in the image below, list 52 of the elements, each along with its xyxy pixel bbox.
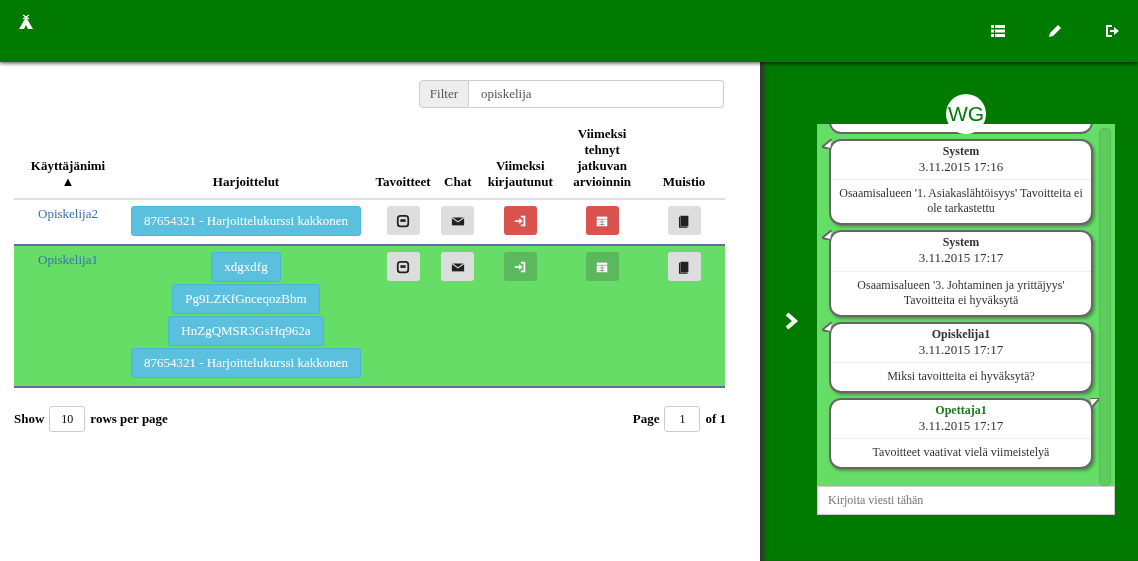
sign-in-icon (513, 259, 528, 274)
message-input[interactable]: Kirjoita viesti tähän (817, 486, 1115, 515)
sort-arrow[interactable]: ▲ (61, 174, 75, 190)
pencil-icon[interactable] (1047, 23, 1063, 39)
message-time: 3.11.2015 17:17 (831, 250, 1091, 272)
list-icon[interactable] (990, 23, 1006, 39)
page-count: of 1 (705, 411, 726, 427)
message-time: 3.11.2015 17:17 (831, 417, 1091, 439)
chat-button[interactable] (441, 252, 475, 281)
square-icon (396, 213, 411, 228)
message-author: Opiskelija1 (931, 325, 991, 342)
filter-field[interactable]: opiskelija (469, 80, 724, 108)
notebook-button[interactable] (667, 252, 701, 281)
username-link[interactable]: Opiskelija2 (38, 206, 98, 222)
message-time: 3.11.2015 17:17 (831, 341, 1091, 363)
message-author: Opettaja1 (935, 401, 987, 418)
message-text: Tavoitteet vaativat vielä viimeistelyä (871, 444, 1051, 461)
message-text: Osaamisalueen '3. Johtaminen ja yrittäjyys' Tavoitteita ei hyväksytä (856, 276, 1066, 309)
chat-button[interactable] (441, 206, 475, 235)
sign-in-icon (513, 213, 528, 228)
column-header[interactable]: Käyttäjänimi (30, 158, 106, 174)
assessment-button[interactable] (585, 206, 619, 235)
square-icon (396, 259, 411, 274)
column-header: Viimeksi tehnyt jatkuvan arvioinnin (572, 126, 632, 190)
page-label: Page (632, 411, 660, 427)
message-author: System (942, 143, 980, 159)
chevron-right-icon[interactable] (784, 312, 800, 330)
scrollbar[interactable] (1099, 128, 1111, 486)
column-header: Muistio (661, 174, 707, 190)
notebook-button[interactable] (667, 206, 701, 235)
last-login-button[interactable] (503, 206, 537, 235)
goals-button[interactable] (386, 252, 420, 281)
column-header: Harjoittelut (212, 174, 280, 190)
sign-out-icon[interactable] (1104, 23, 1120, 39)
table-row[interactable]: Opiskelija2 87654321 - Harjoittelukurssi kakkonen (14, 199, 725, 245)
avatar: WG (946, 94, 986, 134)
table-row[interactable]: Opiskelija1 xdgxdfg Pg9LZKfGnceqozBbm HnZgQMSR3GsHq962a 87654321 - Harjoittelukurssi kakkonen (14, 245, 725, 387)
tent-logo-icon[interactable] (18, 14, 34, 30)
username-link[interactable]: Opiskelija1 (38, 252, 98, 268)
column-header: Chat (444, 174, 472, 190)
filter-label: Filter (418, 80, 469, 108)
rows-per-page-label: rows per page (90, 411, 168, 427)
message-text: Miksi tavoitteita ei hyväksytä? (886, 367, 1036, 385)
message-text: Osaamisalueen '1. Asiakaslähtöisyys' Tavoitteita ei ole tarkastettu (838, 185, 1084, 218)
rows-per-page-field[interactable]: 10 (49, 406, 86, 432)
message-time: 3.11.2015 17:16 (831, 159, 1091, 181)
page-field[interactable]: 1 (664, 406, 701, 432)
goals-button[interactable] (386, 206, 420, 235)
message-author: System (942, 234, 980, 251)
show-label: Show (14, 411, 45, 427)
column-header: Viimeksi kirjautunut (486, 158, 554, 190)
column-header: Tavoitteet (375, 174, 431, 190)
